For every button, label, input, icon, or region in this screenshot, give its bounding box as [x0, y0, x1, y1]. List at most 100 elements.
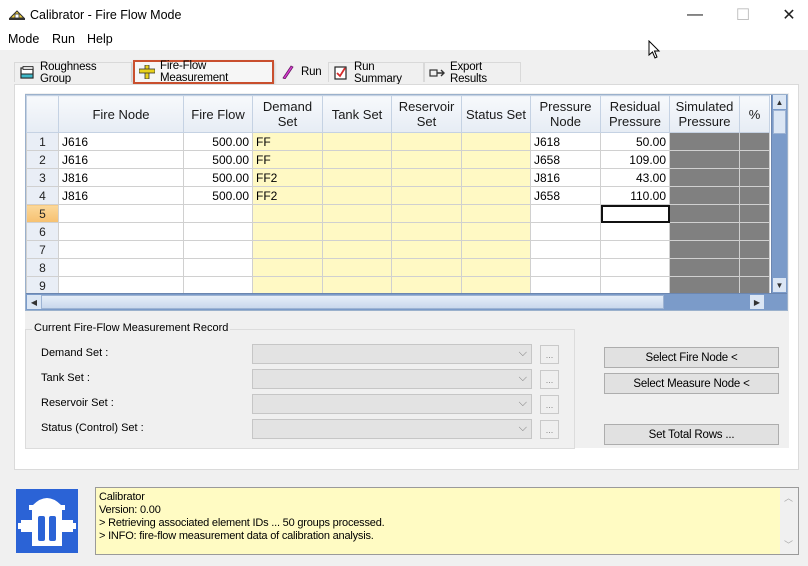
pressure-node-cell[interactable]	[530, 204, 601, 223]
demand-set-cell[interactable]	[252, 222, 323, 241]
set-total-rows-button[interactable]: Set Total Rows ...	[604, 424, 779, 445]
status-set-cell[interactable]	[461, 240, 531, 259]
row-number[interactable]: 9	[26, 276, 59, 295]
fire-node-cell[interactable]	[58, 240, 184, 259]
col-header-tank-set[interactable]: Tank Set	[322, 95, 392, 133]
tank-set-cell[interactable]	[322, 132, 392, 151]
menu-mode[interactable]: Mode	[8, 32, 39, 46]
row-number[interactable]: 6	[26, 222, 59, 241]
tank-set-browse-button[interactable]: ...	[540, 370, 559, 389]
reservoir-set-cell[interactable]	[391, 240, 462, 259]
residual-pressure-cell[interactable]	[600, 276, 670, 295]
status-set-cell[interactable]	[461, 258, 531, 277]
demand-set-cell[interactable]	[252, 258, 323, 277]
fire-node-cell[interactable]	[58, 204, 184, 223]
tank-set-cell[interactable]	[322, 168, 392, 187]
col-header-fire-flow[interactable]: Fire Flow	[183, 95, 253, 133]
reservoir-set-cell[interactable]	[391, 258, 462, 277]
vertical-scroll-thumb[interactable]	[773, 110, 786, 134]
fire-flow-cell[interactable]: 500.00	[183, 132, 253, 151]
fire-flow-cell[interactable]	[183, 222, 253, 241]
col-header-fire-node[interactable]: Fire Node	[58, 95, 184, 133]
residual-pressure-cell[interactable]: 109.00	[600, 150, 670, 169]
demand-set-cell[interactable]: FF	[252, 132, 323, 151]
fire-flow-cell[interactable]: 500.00	[183, 150, 253, 169]
scroll-right-arrow-icon[interactable]: ▶	[750, 295, 764, 309]
demand-set-browse-button[interactable]: ...	[540, 345, 559, 364]
pressure-node-cell[interactable]	[530, 276, 601, 295]
demand-set-dropdown[interactable]: ⌵	[252, 344, 532, 364]
status-set-browse-button[interactable]: ...	[540, 420, 559, 439]
log-scrollbar[interactable]: ︿ ﹀	[780, 488, 798, 554]
fire-flow-cell[interactable]	[183, 240, 253, 259]
menu-run[interactable]: Run	[52, 32, 75, 46]
select-measure-node-button[interactable]: Select Measure Node <	[604, 373, 779, 394]
table-row[interactable]: 5	[26, 204, 777, 223]
table-row[interactable]: 2 J616 500.00 FF J658 109.00	[26, 150, 777, 169]
demand-set-cell[interactable]	[252, 240, 323, 259]
pressure-node-cell[interactable]: J658	[530, 150, 601, 169]
scroll-down-arrow-icon[interactable]: ▼	[773, 278, 786, 292]
residual-pressure-cell[interactable]	[600, 258, 670, 277]
fire-node-cell[interactable]	[58, 258, 184, 277]
grid-horizontal-scrollbar[interactable]: ◀ ▶	[26, 293, 787, 310]
tab-run[interactable]: Run	[276, 62, 326, 82]
demand-set-cell[interactable]: FF2	[252, 186, 323, 205]
pressure-node-cell[interactable]: J816	[530, 168, 601, 187]
col-header-demand-set[interactable]: Demand Set	[252, 95, 323, 133]
col-header-percent[interactable]: %	[739, 95, 770, 133]
status-set-cell[interactable]	[461, 168, 531, 187]
col-header-pressure-node[interactable]: Pressure Node	[530, 95, 601, 133]
demand-set-cell[interactable]: FF2	[252, 168, 323, 187]
tank-set-cell[interactable]	[322, 276, 392, 295]
select-fire-node-button[interactable]: Select Fire Node <	[604, 347, 779, 368]
reservoir-set-cell[interactable]	[391, 150, 462, 169]
pressure-node-cell[interactable]: J658	[530, 186, 601, 205]
fire-node-cell[interactable]	[58, 276, 184, 295]
residual-pressure-cell[interactable]: 43.00	[600, 168, 670, 187]
demand-set-cell[interactable]: FF	[252, 150, 323, 169]
residual-pressure-cell[interactable]	[600, 240, 670, 259]
fire-node-cell[interactable]	[58, 222, 184, 241]
tank-set-cell[interactable]	[322, 150, 392, 169]
output-log[interactable]: Calibrator Version: 0.00 > Retrieving as…	[95, 487, 799, 555]
tank-set-cell[interactable]	[322, 186, 392, 205]
fire-flow-cell[interactable]	[183, 204, 253, 223]
residual-pressure-cell[interactable]	[600, 222, 670, 241]
fire-flow-cell[interactable]: 500.00	[183, 168, 253, 187]
status-set-cell[interactable]	[461, 276, 531, 295]
demand-set-cell[interactable]	[252, 276, 323, 295]
fire-node-cell[interactable]: J616	[58, 150, 184, 169]
chevron-up-icon[interactable]: ︿	[784, 491, 793, 504]
residual-pressure-cell[interactable]: 110.00	[600, 186, 670, 205]
col-header-simulated-pressure[interactable]: Simulated Pressure	[669, 95, 740, 133]
table-row[interactable]: 6	[26, 222, 777, 241]
row-number[interactable]: 8	[26, 258, 59, 277]
status-set-cell[interactable]	[461, 186, 531, 205]
maximize-button[interactable]: ☐	[720, 0, 766, 30]
fire-flow-cell[interactable]: 500.00	[183, 186, 253, 205]
fire-node-cell[interactable]: J816	[58, 186, 184, 205]
status-set-dropdown[interactable]: ⌵	[252, 419, 532, 439]
table-row[interactable]: 3 J816 500.00 FF2 J816 43.00	[26, 168, 777, 187]
status-set-cell[interactable]	[461, 222, 531, 241]
pressure-node-cell[interactable]	[530, 258, 601, 277]
table-row[interactable]: 4 J816 500.00 FF2 J658 110.00	[26, 186, 777, 205]
chevron-down-icon[interactable]: ﹀	[784, 538, 793, 551]
minimize-button[interactable]: —	[672, 0, 718, 30]
horizontal-scroll-thumb[interactable]	[41, 295, 664, 309]
tank-set-cell[interactable]	[322, 222, 392, 241]
row-number[interactable]: 5	[26, 204, 59, 223]
pressure-node-cell[interactable]	[530, 240, 601, 259]
row-number[interactable]: 4	[26, 186, 59, 205]
fire-node-cell[interactable]: J816	[58, 168, 184, 187]
fire-flow-cell[interactable]	[183, 276, 253, 295]
col-header-residual-pressure[interactable]: Residual Pressure	[600, 95, 670, 133]
pressure-node-cell[interactable]: J618	[530, 132, 601, 151]
status-set-cell[interactable]	[461, 204, 531, 223]
tab-export-results[interactable]: Export Results	[424, 61, 521, 85]
tab-run-summary[interactable]: Run Summary	[328, 61, 424, 85]
fire-flow-cell[interactable]	[183, 258, 253, 277]
reservoir-set-cell[interactable]	[391, 132, 462, 151]
pressure-node-cell[interactable]	[530, 222, 601, 241]
